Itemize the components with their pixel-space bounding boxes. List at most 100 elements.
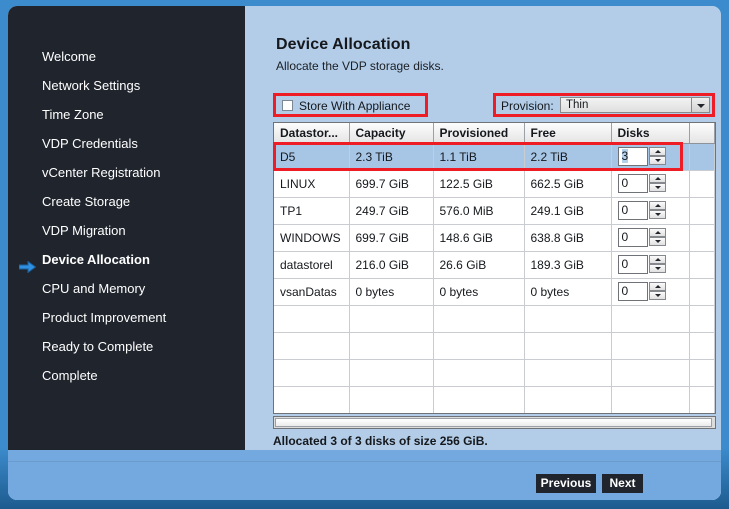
next-button[interactable]: Next [602, 474, 643, 493]
cell-free: 189.3 GiB [524, 251, 612, 279]
cell-empty [349, 414, 433, 415]
cell-provisioned: 1.1 TiB [433, 143, 525, 171]
table-row-empty[interactable] [274, 305, 715, 333]
cell-spacer [689, 197, 715, 225]
cell-empty [433, 332, 525, 360]
column-header-free[interactable]: Free [524, 123, 612, 144]
sidebar-item-label: VDP Credentials [42, 136, 138, 151]
sidebar-item-welcome[interactable]: Welcome [8, 42, 245, 71]
datastore-table[interactable]: Datastor... Capacity Provisioned Free Disks … [273, 122, 716, 414]
sidebar-item-label: Welcome [42, 49, 96, 64]
disks-stepper[interactable]: 0 [617, 201, 666, 220]
table-row[interactable]: TP1 249.7 GiB 576.0 MiB 249.1 GiB 0 [274, 197, 715, 225]
sidebar-item-network-settings[interactable]: Network Settings [8, 71, 245, 100]
table-row[interactable]: WINDOWS 699.7 GiB 148.6 GiB 638.8 GiB 0 [274, 224, 715, 252]
cell-empty [611, 386, 690, 413]
sidebar-item-complete[interactable]: Complete [8, 361, 245, 390]
cell-empty [689, 359, 715, 387]
triangle-up-icon [654, 231, 661, 234]
disks-increment-button[interactable] [648, 174, 666, 183]
disks-input[interactable]: 0 [617, 282, 648, 301]
chevron-down-icon [697, 104, 705, 108]
table-row-empty[interactable] [274, 414, 715, 415]
store-with-appliance-label[interactable]: Store With Appliance [299, 99, 410, 113]
sidebar-item-create-storage[interactable]: Create Storage [8, 187, 245, 216]
previous-button[interactable]: Previous [536, 474, 596, 493]
disks-decrement-button[interactable] [648, 183, 666, 192]
disks-input[interactable]: 3 [617, 147, 648, 166]
triangle-up-icon [654, 204, 661, 207]
table-row-empty[interactable] [274, 386, 715, 413]
table-horizontal-scrollbar[interactable] [273, 416, 716, 429]
table-body: D5 2.3 TiB 1.1 TiB 2.2 TiB 3 LINUX 699.7 GiB 12… [274, 143, 715, 415]
sidebar-item-vcenter-registration[interactable]: vCenter Registration [8, 158, 245, 187]
cell-empty [274, 332, 350, 360]
column-header-datastor-[interactable]: Datastor... [274, 123, 350, 144]
main-content-panel: Device Allocation Allocate the VDP stora… [245, 6, 721, 500]
table-row[interactable]: LINUX 699.7 GiB 122.5 GiB 662.5 GiB 0 [274, 170, 715, 198]
cell-capacity: 0 bytes [349, 278, 434, 306]
cell-free: 662.5 GiB [524, 170, 612, 198]
disks-input[interactable]: 0 [617, 201, 648, 220]
disks-increment-button[interactable] [648, 255, 666, 264]
disks-stepper[interactable]: 0 [617, 282, 666, 301]
wizard-sidebar: Welcome Network Settings Time Zone VDP Cred… [8, 6, 245, 450]
sidebar-item-device-allocation[interactable]: Device Allocation [8, 245, 245, 274]
column-header-disks[interactable]: Disks [611, 123, 690, 144]
cell-provisioned: 26.6 GiB [433, 251, 525, 279]
provision-dropdown-button[interactable] [691, 98, 709, 112]
scrollbar-thumb[interactable] [275, 418, 712, 427]
cell-free: 249.1 GiB [524, 197, 612, 225]
wizard-footer: Previous Next [8, 450, 721, 500]
sidebar-item-vdp-migration[interactable]: VDP Migration [8, 216, 245, 245]
disks-decrement-button[interactable] [648, 156, 666, 165]
disks-decrement-button[interactable] [648, 237, 666, 246]
column-header-provisioned[interactable]: Provisioned [433, 123, 525, 144]
cell-empty [611, 414, 689, 415]
cell-empty [524, 332, 612, 360]
window-inner-panel: Welcome Network Settings Time Zone VDP Cred… [8, 6, 721, 500]
cell-empty [274, 359, 350, 387]
disks-input[interactable]: 0 [617, 255, 648, 274]
disks-stepper[interactable]: 3 [617, 147, 666, 166]
cell-capacity: 699.7 GiB [349, 224, 434, 252]
cell-provisioned: 576.0 MiB [433, 197, 525, 225]
disks-input[interactable]: 0 [617, 228, 648, 247]
cell-disks: 0 [611, 278, 690, 306]
disks-input[interactable]: 0 [617, 174, 648, 193]
table-row[interactable]: datastorel 216.0 GiB 26.6 GiB 189.3 GiB 0 [274, 251, 715, 279]
disks-increment-button[interactable] [648, 147, 666, 156]
cell-empty [524, 305, 612, 333]
sidebar-item-time-zone[interactable]: Time Zone [8, 100, 245, 129]
table-row-empty[interactable] [274, 359, 715, 387]
store-with-appliance-group: Store With Appliance [273, 93, 428, 117]
cell-spacer [689, 278, 715, 306]
sidebar-item-cpu-and-memory[interactable]: CPU and Memory [8, 274, 245, 303]
cell-disks: 0 [611, 251, 690, 279]
disks-stepper[interactable]: 0 [617, 255, 666, 274]
sidebar-item-product-improvement[interactable]: Product Improvement [8, 303, 245, 332]
store-with-appliance-checkbox[interactable] [282, 100, 293, 111]
cell-empty [274, 386, 350, 413]
sidebar-item-ready-to-complete[interactable]: Ready to Complete [8, 332, 245, 361]
cell-empty [433, 386, 525, 413]
disks-stepper[interactable]: 0 [617, 228, 666, 247]
disks-value: 0 [621, 176, 629, 190]
table-row[interactable]: vsanDatas 0 bytes 0 bytes 0 bytes 0 [274, 278, 715, 306]
disks-increment-button[interactable] [648, 282, 666, 291]
disks-decrement-button[interactable] [648, 210, 666, 219]
table-row-empty[interactable] [274, 332, 715, 360]
disks-stepper[interactable]: 0 [617, 174, 666, 193]
disks-decrement-button[interactable] [648, 291, 666, 300]
cell-empty [611, 332, 690, 360]
column-header-capacity[interactable]: Capacity [349, 123, 434, 144]
disks-increment-button[interactable] [648, 228, 666, 237]
sidebar-item-vdp-credentials[interactable]: VDP Credentials [8, 129, 245, 158]
disks-increment-button[interactable] [648, 201, 666, 210]
sidebar-item-label: Device Allocation [42, 252, 150, 267]
table-row[interactable]: D5 2.3 TiB 1.1 TiB 2.2 TiB 3 [274, 143, 715, 171]
provision-select[interactable]: Thin [560, 97, 710, 113]
cell-disks: 0 [611, 170, 690, 198]
disks-decrement-button[interactable] [648, 264, 666, 273]
cell-free: 2.2 TiB [524, 143, 612, 171]
